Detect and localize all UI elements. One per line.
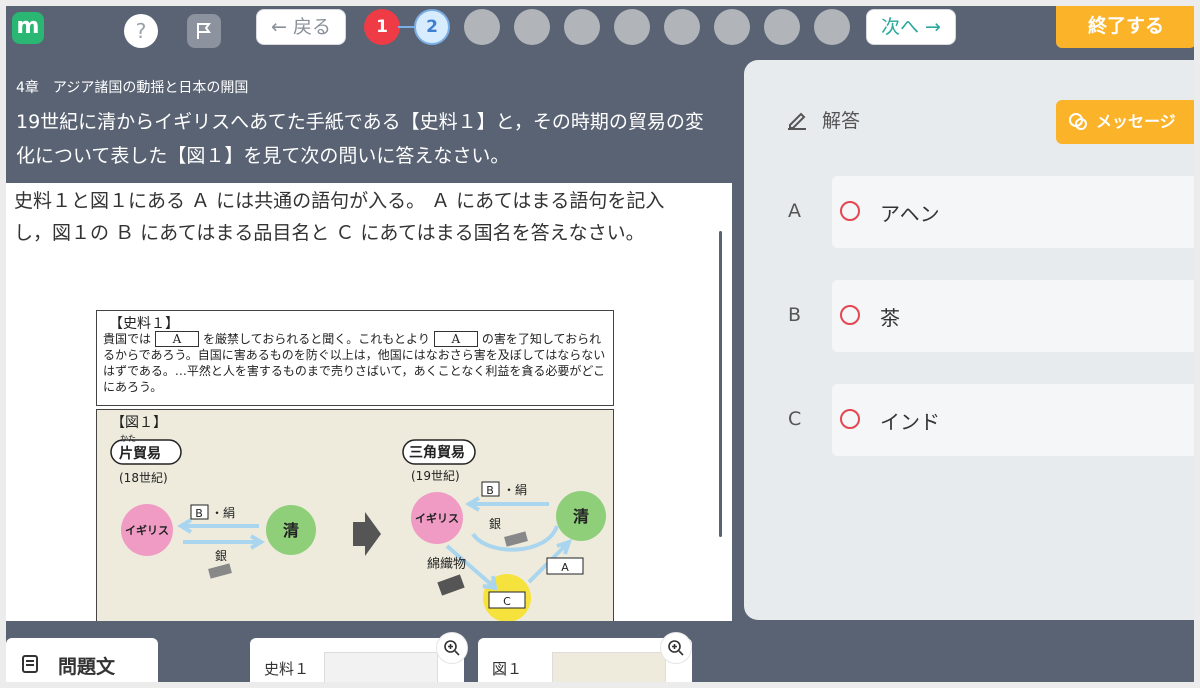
answer-value-a: アヘン (880, 202, 940, 226)
tab-figure-label: 図１ (492, 660, 523, 678)
page-dot-1[interactable]: 1 (364, 9, 400, 45)
qing-label-right: 清 (573, 507, 589, 526)
arrow-tea-right (465, 496, 549, 512)
zoom-figure-button[interactable] (660, 632, 692, 664)
next-button[interactable]: 次へ → (866, 9, 956, 45)
page-dot-10[interactable] (814, 9, 850, 45)
qing-label-left: 清 (283, 521, 299, 540)
left-period: (18世紀) (119, 471, 168, 485)
tab-question-label: 問題文 (58, 656, 116, 678)
app-logo: m (12, 12, 44, 44)
blank-a-2: A (433, 331, 478, 347)
correct-mark-icon (840, 201, 860, 221)
question-panel: 4章 アジア諸国の動揺と日本の開国 19世紀に清からイギリスへあてた手紙である【… (6, 61, 732, 621)
tab-figure-1[interactable]: 図１ (478, 632, 692, 682)
chapter-title: 4章 アジア諸国の動揺と日本の開国 (16, 80, 249, 96)
left-ruby: かた (120, 434, 136, 443)
source-text-1: 貴国では (103, 332, 152, 346)
answer-value-c: インド (880, 410, 940, 434)
finish-button[interactable]: 終了する (1056, 6, 1194, 48)
top-bar: m ? ← 戻る 1 2 次へ → 終了する (6, 6, 1194, 56)
cotton-icon (437, 574, 465, 596)
answer-field-c[interactable]: インド (832, 384, 1194, 456)
page-dot-4[interactable] (514, 9, 550, 45)
tab-source-1[interactable]: 史料１ (250, 632, 468, 682)
silver-label-right: 銀 (489, 517, 501, 531)
document-icon (22, 655, 38, 673)
message-label: メッセージ (1096, 112, 1176, 131)
figure-thumbnail (552, 652, 666, 682)
source-document: 【史料１】 貴国では A を厳禁しておられると聞く。これもとより A の害を了知しておら… (96, 310, 614, 406)
answer-label: 解答 (822, 110, 861, 132)
trade-diagram: かた 片貿易 (18世紀) イギリス 清 B ・絹 銀 三角貿易 (19世紀) … (110, 434, 606, 621)
silver-icon-left (208, 563, 232, 579)
arrow-tea-left (177, 518, 259, 534)
answer-panel: 解答 メッセージ A アヘン B 茶 C インド (744, 60, 1194, 620)
answer-field-b[interactable]: 茶 (832, 280, 1194, 352)
question-title: 19世紀に清からイギリスへあてた手紙である【史料１】と，その時期の貿易の変化につ… (16, 111, 704, 167)
app-frame: m ? ← 戻る 1 2 次へ → 終了する 4章 アジア諸国の動揺と日本の開国 (6, 6, 1194, 682)
c-label: C (503, 595, 511, 608)
correct-mark-icon (840, 305, 860, 325)
page-dot-3[interactable] (464, 9, 500, 45)
correct-mark-icon (840, 409, 860, 429)
page-dot-5[interactable] (564, 9, 600, 45)
source-title: 【史料１】 (109, 316, 179, 332)
flag-icon (197, 23, 211, 39)
arrow-silver-left (183, 534, 265, 550)
cotton-label: 綿織物 (427, 557, 466, 572)
source-text: 貴国では A を厳禁しておられると聞く。これもとより A の害を了知しておられるからであ… (103, 331, 609, 395)
a-label: A (561, 561, 569, 574)
prev-button[interactable]: ← 戻る (256, 9, 346, 45)
tab-question-text[interactable]: 問題文 (6, 638, 158, 682)
flag-button[interactable] (187, 14, 221, 48)
answer-key-b: B (788, 304, 802, 326)
question-scrollbar[interactable] (719, 231, 722, 537)
b-label-left: B (195, 507, 203, 520)
zoom-source-button[interactable] (436, 632, 468, 664)
b-label-right: B (486, 484, 494, 497)
figure-trade: 【図１】 かた 片貿易 (18世紀) イギリス 清 B ・絹 銀 三角貿易 (1… (96, 409, 614, 621)
britain-label-right: イギリス (415, 511, 459, 525)
chat-icon (1069, 113, 1087, 130)
zoom-in-icon (444, 640, 460, 656)
right-title: 三角貿易 (409, 444, 465, 461)
message-button[interactable]: メッセージ (1056, 100, 1194, 144)
silver-label-left: 銀 (215, 549, 227, 563)
question-header: 4章 アジア諸国の動揺と日本の開国 19世紀に清からイギリスへあてた手紙である【… (6, 61, 732, 184)
help-button[interactable]: ? (124, 14, 158, 48)
answer-key-a: A (788, 200, 801, 222)
pencil-icon (788, 112, 806, 130)
right-period: (19世紀) (411, 469, 460, 483)
answer-key-c: C (788, 408, 802, 430)
blank-a: A (155, 331, 200, 347)
page-dot-8[interactable] (714, 9, 750, 45)
page-dot-9[interactable] (764, 9, 800, 45)
zoom-in-icon (668, 640, 684, 656)
question-text: 史料１と図１にある Ａ には共通の語句が入る。 Ａ にあてはまる語句を記入し，図… (14, 190, 665, 244)
silver-icon-right (504, 531, 528, 547)
silk-label-left: ・絹 (211, 506, 235, 520)
answer-field-a[interactable]: アヘン (832, 176, 1194, 248)
source-text-2: を厳禁しておられると聞く。これもとより (203, 332, 430, 346)
left-title: 片貿易 (119, 445, 161, 462)
britain-label-left: イギリス (125, 523, 169, 537)
silk-label-right: ・絹 (503, 483, 527, 497)
page-dot-2[interactable]: 2 (414, 9, 450, 45)
transition-arrow (353, 512, 381, 556)
tab-source-label: 史料１ (264, 660, 310, 678)
page-dot-6[interactable] (614, 9, 650, 45)
question-body[interactable]: 史料１と図１にある Ａ には共通の語句が入る。 Ａ にあてはまる語句を記入し，図… (6, 183, 732, 621)
page-dot-7[interactable] (664, 9, 700, 45)
source-thumbnail (324, 652, 438, 682)
answer-value-b: 茶 (880, 306, 900, 330)
